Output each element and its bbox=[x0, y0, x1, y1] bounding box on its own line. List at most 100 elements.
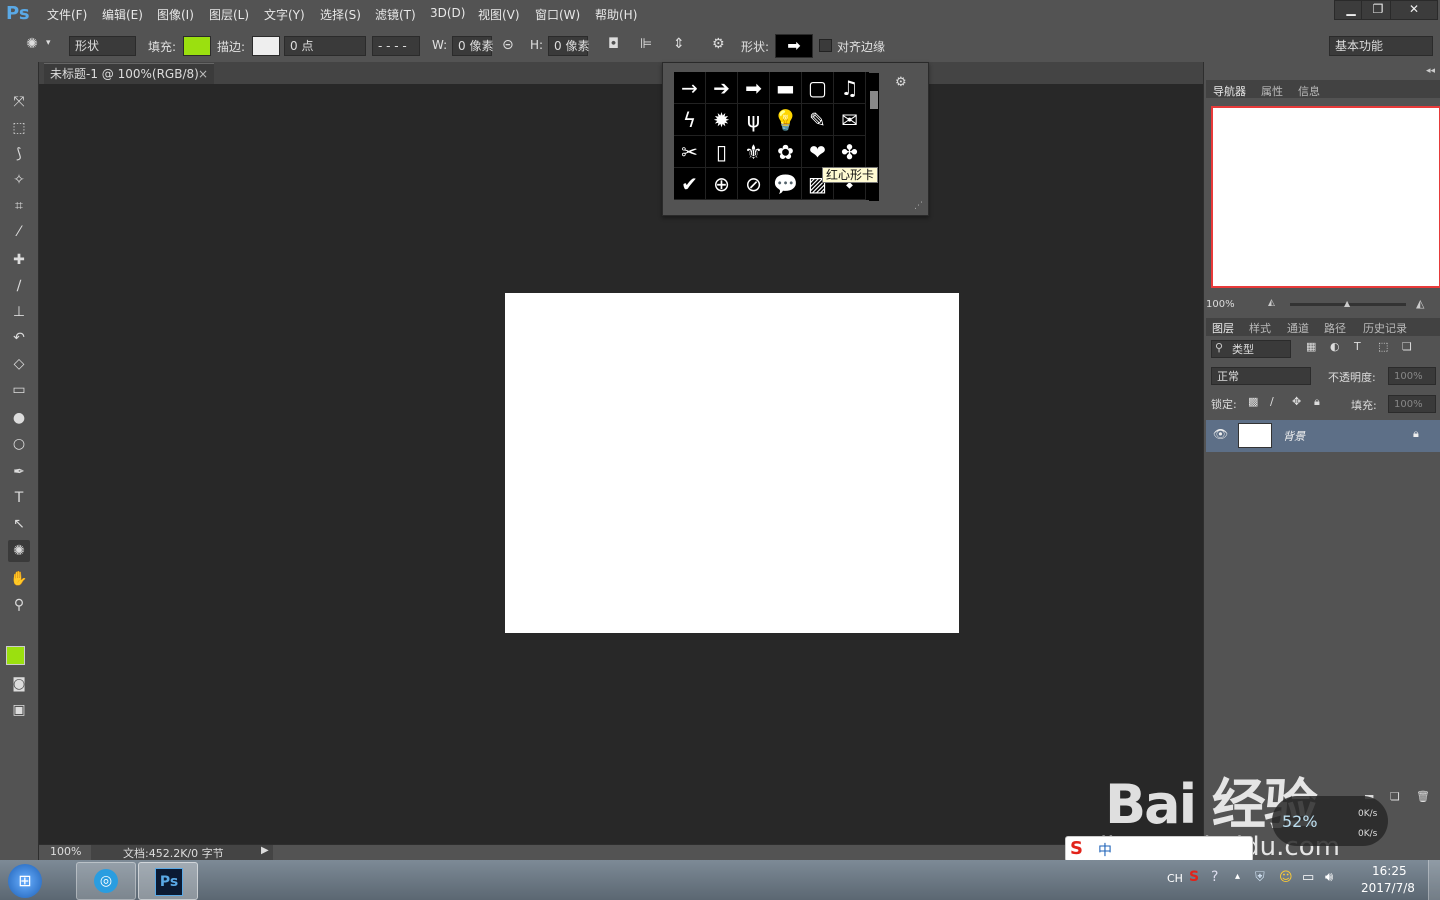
shape-arrow-thin[interactable]: → bbox=[674, 72, 706, 104]
shape-speech-bubble[interactable]: 💬 bbox=[770, 168, 802, 200]
stamp-tool-icon[interactable]: ⊥ bbox=[8, 301, 30, 323]
document-canvas[interactable] bbox=[505, 293, 959, 633]
stroke-type-dropdown[interactable]: - - - - bbox=[372, 36, 420, 56]
path-operations-icon[interactable]: ◘ bbox=[608, 36, 619, 52]
menu-edit[interactable]: 编辑(E) bbox=[102, 6, 143, 23]
shape-ornament[interactable]: ✿ bbox=[770, 136, 802, 168]
new-layer-icon[interactable]: ❏ bbox=[1390, 790, 1400, 803]
layer-name[interactable]: 背景 bbox=[1283, 428, 1305, 444]
shape-grass[interactable]: ψ bbox=[738, 104, 770, 136]
quick-mask-icon[interactable]: ◙ bbox=[8, 673, 30, 695]
menu-help[interactable]: 帮助(H) bbox=[595, 6, 637, 23]
shape-lightning[interactable]: ϟ bbox=[674, 104, 706, 136]
marquee-tool-icon[interactable]: ⬚ bbox=[8, 117, 30, 139]
move-tool-icon[interactable]: ⤧ bbox=[8, 91, 30, 113]
menu-file[interactable]: 文件(F) bbox=[47, 6, 87, 23]
mode-dropdown[interactable]: 形状 bbox=[69, 36, 136, 56]
shape-fleur-de-lis[interactable]: ⚜ bbox=[738, 136, 770, 168]
shape-envelope[interactable]: ✉ bbox=[834, 104, 866, 136]
blend-mode-dropdown[interactable]: 正常 bbox=[1211, 367, 1311, 385]
qq-tray-icon[interactable]: ☺ bbox=[1279, 870, 1293, 885]
shape-picker-button[interactable]: ➡ bbox=[775, 34, 813, 58]
tab-styles[interactable]: 样式 bbox=[1249, 320, 1271, 336]
healing-brush-tool-icon[interactable]: ✚ bbox=[8, 249, 30, 271]
zoom-level[interactable]: 100% bbox=[50, 845, 81, 858]
delete-layer-icon[interactable]: 🗑︎ bbox=[1416, 790, 1430, 803]
tab-history[interactable]: 历史记录 bbox=[1363, 320, 1407, 336]
lock-pixels-icon[interactable]: ∕ bbox=[1270, 395, 1274, 408]
custom-shape-tool-icon[interactable]: ✺ bbox=[22, 36, 42, 52]
filter-shape-icon[interactable]: ⬚ bbox=[1378, 340, 1388, 353]
close-button[interactable]: ✕ bbox=[1390, 0, 1438, 20]
lasso-tool-icon[interactable]: ⟆ bbox=[8, 143, 30, 165]
menu-window[interactable]: 窗口(W) bbox=[535, 6, 580, 23]
filter-smart-object-icon[interactable]: ❏ bbox=[1402, 340, 1412, 353]
lock-position-icon[interactable]: ✥ bbox=[1292, 395, 1301, 408]
language-indicator[interactable]: CH bbox=[1167, 872, 1183, 885]
zoom-in-icon[interactable]: ◭ bbox=[1416, 297, 1424, 310]
shape-target[interactable]: ⊕ bbox=[706, 168, 738, 200]
hand-tool-icon[interactable]: ✋ bbox=[8, 568, 30, 590]
workspace-dropdown[interactable]: 基本功能 bbox=[1329, 36, 1433, 56]
collapse-panels-icon[interactable]: ◂◂ bbox=[1426, 66, 1435, 76]
shape-pin[interactable]: ✎ bbox=[802, 104, 834, 136]
tray-expand-icon[interactable]: ▴ bbox=[1235, 871, 1240, 882]
link-icon[interactable]: ⊝ bbox=[502, 37, 514, 53]
shape-checkmark[interactable]: ✔ bbox=[674, 168, 706, 200]
shape-picker-scrollbar[interactable] bbox=[870, 91, 878, 109]
tab-properties[interactable]: 属性 bbox=[1261, 83, 1283, 99]
sogou-tray-icon[interactable]: S bbox=[1189, 869, 1199, 885]
history-brush-tool-icon[interactable]: ↶ bbox=[8, 327, 30, 349]
menu-select[interactable]: 选择(S) bbox=[320, 6, 361, 23]
navigator-preview[interactable] bbox=[1211, 106, 1440, 288]
menu-view[interactable]: 视图(V) bbox=[478, 6, 520, 23]
zoom-out-icon[interactable]: ◭ bbox=[1268, 298, 1275, 308]
menu-image[interactable]: 图像(I) bbox=[157, 6, 194, 23]
stroke-width-input[interactable]: 0 点 bbox=[284, 36, 366, 56]
document-tab[interactable]: 未标题-1 @ 100%(RGB/8) × bbox=[44, 63, 214, 84]
shape-no-symbol[interactable]: ⊘ bbox=[738, 168, 770, 200]
help-tray-icon[interactable]: ? bbox=[1211, 869, 1218, 885]
volume-tray-icon[interactable]: 🔊︎ bbox=[1325, 870, 1333, 885]
shape-music-note[interactable]: ♫ bbox=[834, 72, 866, 104]
layer-fill-input[interactable]: 100% bbox=[1388, 395, 1436, 413]
eyedropper-tool-icon[interactable]: ⁄ bbox=[8, 221, 30, 243]
status-menu-arrow-icon[interactable]: ▶ bbox=[261, 845, 269, 856]
shape-scissors[interactable]: ✂ bbox=[674, 136, 706, 168]
eraser-tool-icon[interactable]: ◇ bbox=[8, 353, 30, 375]
ime-mode[interactable]: 中 bbox=[1098, 840, 1112, 860]
lock-transparency-icon[interactable]: ▩ bbox=[1248, 395, 1258, 408]
path-selection-tool-icon[interactable]: ↖ bbox=[8, 513, 30, 535]
shape-picker-settings-icon[interactable]: ⚙ bbox=[895, 75, 907, 90]
brush-tool-icon[interactable]: ∕ bbox=[8, 275, 30, 297]
filter-adjustment-icon[interactable]: ◐ bbox=[1330, 340, 1340, 353]
custom-shape-tool-active-icon[interactable]: ✺ bbox=[8, 540, 30, 562]
blur-tool-icon[interactable]: ● bbox=[8, 407, 30, 429]
resize-handle-icon[interactable]: ⋰ bbox=[914, 201, 923, 211]
clock-date[interactable]: 2017/7/8 bbox=[1361, 881, 1415, 895]
lock-all-icon[interactable]: 🔒︎ bbox=[1314, 395, 1320, 409]
layer-row[interactable]: 👁︎ 背景 🔒︎ bbox=[1206, 420, 1440, 452]
menu-layer[interactable]: 图层(L) bbox=[209, 6, 249, 23]
taskbar-app-browser[interactable]: ◎ bbox=[76, 862, 136, 900]
security-tray-icon[interactable]: ⛨ bbox=[1255, 870, 1265, 885]
fill-swatch[interactable] bbox=[183, 36, 211, 56]
crop-tool-icon[interactable]: ⌗ bbox=[8, 195, 30, 217]
taskbar-app-photoshop[interactable]: Ps bbox=[138, 862, 198, 900]
show-desktop-button[interactable] bbox=[1428, 860, 1440, 900]
tab-navigator[interactable]: 导航器 bbox=[1213, 83, 1246, 99]
gradient-tool-icon[interactable]: ▭ bbox=[8, 379, 30, 401]
tab-paths[interactable]: 路径 bbox=[1324, 320, 1346, 336]
network-tray-icon[interactable]: ▭ bbox=[1302, 870, 1314, 885]
shape-puzzle[interactable]: ✤ bbox=[834, 136, 866, 168]
screen-mode-icon[interactable]: ▣ bbox=[8, 699, 30, 721]
clock-time[interactable]: 16:25 bbox=[1372, 864, 1407, 878]
menu-filter[interactable]: 滤镜(T) bbox=[375, 6, 416, 23]
shape-banner[interactable]: ▬ bbox=[770, 72, 802, 104]
start-button[interactable]: ⊞ bbox=[8, 864, 42, 898]
eye-icon[interactable]: 👁︎ bbox=[1213, 427, 1228, 441]
filter-type-icon[interactable]: T bbox=[1354, 340, 1361, 353]
navigator-zoom[interactable]: 100% bbox=[1206, 299, 1235, 310]
zoom-slider-thumb-icon[interactable]: ▲ bbox=[1344, 299, 1350, 308]
stroke-swatch[interactable] bbox=[252, 36, 280, 56]
